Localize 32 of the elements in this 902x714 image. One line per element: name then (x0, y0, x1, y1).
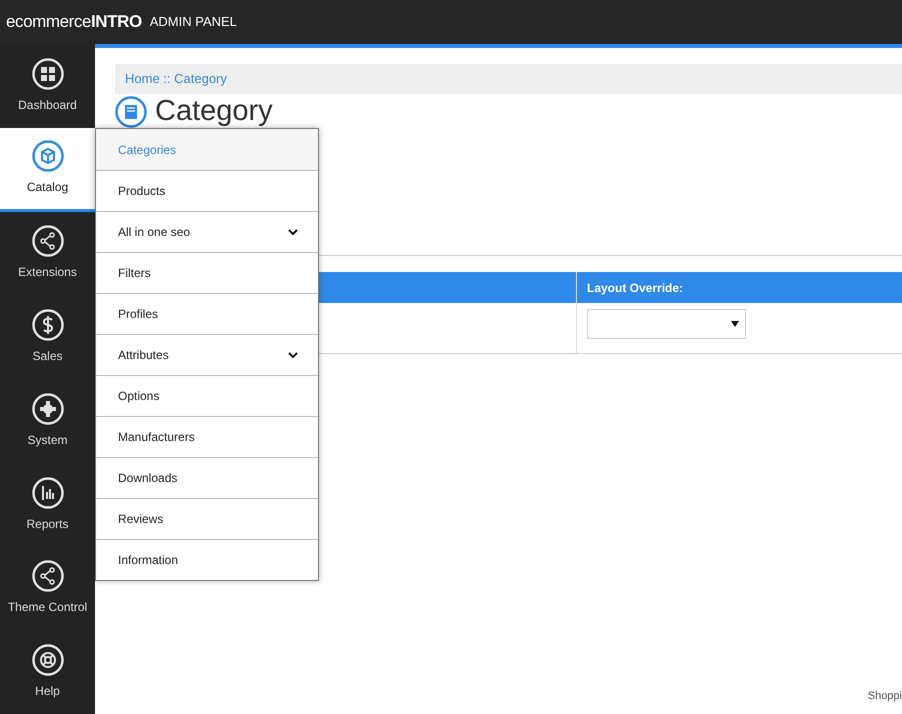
menu-item[interactable]: Reviews (96, 498, 318, 539)
menu-item[interactable]: Options (96, 375, 318, 416)
menu-item[interactable]: All in one seo (96, 211, 318, 252)
column-header: Layout Override: (586, 280, 684, 296)
layout-select[interactable] (587, 309, 746, 339)
sidebar-item[interactable]: System (0, 379, 95, 463)
dollar-icon (32, 309, 64, 342)
footer-text: Shoppi (868, 688, 902, 704)
panel-title: ADMIN PANEL (150, 13, 237, 32)
sidebar-item[interactable]: Theme Control (0, 546, 95, 630)
menu-item[interactable]: Products (96, 170, 318, 211)
page-title: Category (155, 97, 273, 126)
sidebar-item[interactable]: Help (0, 630, 95, 714)
menu-item[interactable]: Attributes (96, 334, 318, 375)
sidebar-item[interactable]: Catalog (0, 128, 95, 212)
menu-item[interactable]: Profiles (96, 293, 318, 334)
grid-icon (32, 58, 64, 90)
cube-icon (32, 140, 64, 172)
share-icon (32, 560, 64, 592)
menu-item[interactable]: Downloads (96, 457, 318, 498)
sidebar-item[interactable]: Dashboard (0, 44, 95, 128)
bar-chart-icon (32, 476, 64, 509)
sidebar-item[interactable]: Sales (0, 295, 95, 380)
sidebar-item[interactable]: Extensions (0, 212, 95, 296)
dropdown-arrow-icon (731, 321, 739, 327)
logo[interactable]: ecommerceINTRO (6, 9, 142, 35)
menu-item[interactable]: Information (96, 539, 318, 580)
menu-item[interactable]: Manufacturers (96, 416, 318, 457)
lifebuoy-icon (32, 644, 64, 676)
sidebar-item[interactable]: Reports (0, 462, 95, 547)
share-icon (32, 225, 64, 258)
menu-item[interactable]: Filters (96, 252, 318, 293)
